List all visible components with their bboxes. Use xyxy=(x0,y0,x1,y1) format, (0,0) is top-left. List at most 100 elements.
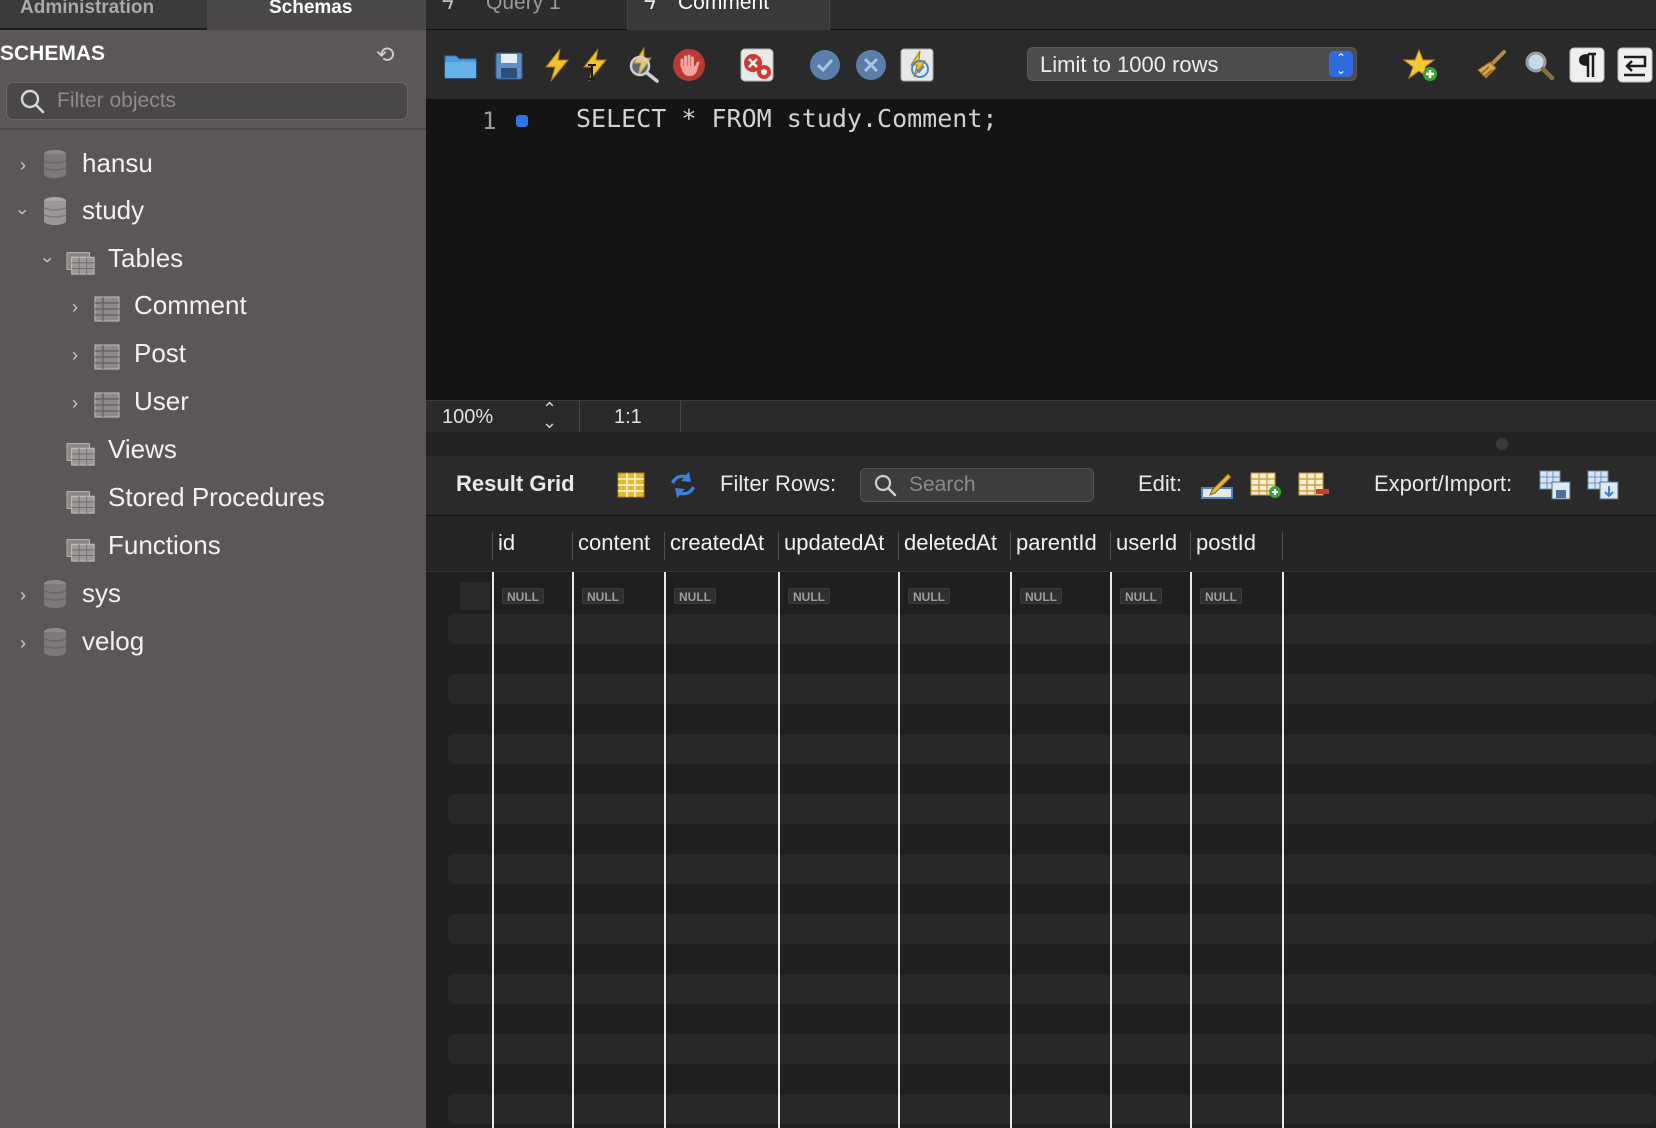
filter-objects-input[interactable] xyxy=(57,83,397,119)
result-grid[interactable]: id content createdAt updatedAt deletedAt… xyxy=(426,516,1656,1128)
database-icon xyxy=(43,628,67,656)
tab-query-1[interactable]: ϟ Query 1 xyxy=(426,0,628,30)
tree-item-functions[interactable]: Functions xyxy=(0,528,426,568)
column-divider xyxy=(664,532,665,560)
line-number: 1 xyxy=(482,107,497,135)
tree-item-stored-procedures[interactable]: Stored Procedures xyxy=(0,480,426,520)
tree-item-tables[interactable]: › Tables xyxy=(0,241,426,281)
drag-handle-icon[interactable] xyxy=(1496,438,1508,450)
tab-query-1-label: Query 1 xyxy=(486,0,561,14)
column-header-id[interactable]: id xyxy=(498,530,515,556)
null-cell-id[interactable]: NULL xyxy=(502,588,544,604)
column-divider xyxy=(778,532,779,560)
tree-label: velog xyxy=(82,626,145,656)
refresh-icon[interactable]: ⟲ xyxy=(376,42,394,68)
empty-row-stripe xyxy=(448,734,1656,764)
query-panel: ϟ Query 1 ϟ Comment Limit to 1000 rows ⌃… xyxy=(426,0,1656,1128)
tree-item-comment-table[interactable]: › Comment xyxy=(0,288,426,328)
chevron-right-icon[interactable]: › xyxy=(12,584,34,606)
edit-row-icon[interactable] xyxy=(1200,468,1234,502)
tree-item-post-table[interactable]: › Post xyxy=(0,336,426,376)
column-line xyxy=(898,572,900,1128)
tree-item-study[interactable]: › study xyxy=(0,193,426,233)
beautify-icon[interactable] xyxy=(1472,46,1510,84)
tab-schemas[interactable]: Schemas xyxy=(207,0,426,30)
result-grid-title: Result Grid xyxy=(456,471,575,496)
add-snippet-icon[interactable] xyxy=(1402,46,1440,84)
tree-item-velog[interactable]: › velog xyxy=(0,624,426,664)
autocommit-icon[interactable] xyxy=(898,46,936,84)
execute-icon[interactable] xyxy=(538,46,576,84)
column-header-createdat[interactable]: createdAt xyxy=(670,530,764,556)
tree-item-user-table[interactable]: › User xyxy=(0,384,426,424)
tree-item-views[interactable]: Views xyxy=(0,432,426,472)
lightning-icon: ϟ xyxy=(442,0,454,14)
empty-row-stripe xyxy=(448,674,1656,704)
wrap-lines-icon[interactable] xyxy=(1616,46,1654,84)
insert-row-icon[interactable] xyxy=(1248,468,1282,502)
schemas-sidebar: Administration Schemas SCHEMAS ⟲ › hansu… xyxy=(0,0,426,1128)
row-selector[interactable] xyxy=(460,582,490,610)
chevron-right-icon[interactable]: › xyxy=(64,392,86,414)
invisible-chars-icon[interactable] xyxy=(1568,46,1606,84)
column-header-deletedat[interactable]: deletedAt xyxy=(904,530,997,556)
column-line xyxy=(1190,572,1192,1128)
empty-row-stripe xyxy=(448,914,1656,944)
commit-icon[interactable] xyxy=(806,46,844,84)
find-icon[interactable] xyxy=(1520,46,1558,84)
execute-current-icon[interactable] xyxy=(576,46,614,84)
filter-objects-field[interactable] xyxy=(6,82,408,120)
null-cell-content[interactable]: NULL xyxy=(582,588,624,604)
filter-rows-search[interactable] xyxy=(860,468,1094,502)
tab-comment[interactable]: ϟ Comment xyxy=(628,0,830,30)
chevron-down-icon[interactable]: › xyxy=(12,201,34,223)
stop-icon[interactable] xyxy=(670,46,708,84)
sql-editor[interactable]: 1 SELECT * FROM study.Comment; xyxy=(426,100,1656,400)
column-divider xyxy=(572,532,573,560)
null-cell-postid[interactable]: NULL xyxy=(1200,588,1242,604)
column-header-postid[interactable]: postId xyxy=(1196,530,1256,556)
editor-status-bar: 100% ⌃ ⌄ 1:1 xyxy=(426,400,1656,433)
chevron-right-icon[interactable]: › xyxy=(64,344,86,366)
null-cell-userid[interactable]: NULL xyxy=(1120,588,1162,604)
divider xyxy=(0,128,426,130)
zoom-level[interactable]: 100% xyxy=(442,406,493,429)
null-cell-deletedat[interactable]: NULL xyxy=(908,588,950,604)
sql-code-line[interactable]: SELECT * FROM study.Comment; xyxy=(576,104,997,133)
column-header-userid[interactable]: userId xyxy=(1116,530,1177,556)
chevron-up-down-icon[interactable]: ⌃ ⌄ xyxy=(542,400,557,431)
folder-procedures-icon xyxy=(66,491,95,514)
grid-view-icon[interactable] xyxy=(614,468,648,502)
filter-rows-input[interactable] xyxy=(909,469,1089,501)
column-header-content[interactable]: content xyxy=(578,530,650,556)
chevron-right-icon[interactable]: › xyxy=(12,154,34,176)
explain-icon[interactable] xyxy=(624,46,662,84)
chevron-right-icon[interactable]: › xyxy=(12,632,34,654)
chevron-down-icon[interactable]: › xyxy=(37,249,59,271)
delete-row-icon[interactable] xyxy=(1296,468,1330,502)
export-icon[interactable] xyxy=(1538,468,1572,502)
table-icon xyxy=(94,296,120,322)
import-icon[interactable] xyxy=(1586,468,1620,502)
limit-rows-select[interactable]: Limit to 1000 rows ⌃ ⌄ xyxy=(1027,47,1357,81)
null-cell-parentid[interactable]: NULL xyxy=(1020,588,1062,604)
chevron-right-icon[interactable]: › xyxy=(64,296,86,318)
tab-administration[interactable]: Administration xyxy=(0,0,206,30)
column-header-parentid[interactable]: parentId xyxy=(1016,530,1097,556)
stop-on-error-icon[interactable] xyxy=(738,46,776,84)
save-icon[interactable] xyxy=(490,46,528,84)
null-cell-createdat[interactable]: NULL xyxy=(674,588,716,604)
open-folder-icon[interactable] xyxy=(442,46,480,84)
column-divider xyxy=(1010,532,1011,560)
chevron-up-down-icon: ⌃ ⌄ xyxy=(1329,51,1353,77)
grid-header: id content createdAt updatedAt deletedAt… xyxy=(426,516,1656,572)
edit-label: Edit: xyxy=(1138,471,1183,496)
null-cell-updatedat[interactable]: NULL xyxy=(788,588,830,604)
split-handle[interactable] xyxy=(426,432,1656,456)
tree-item-sys[interactable]: › sys xyxy=(0,576,426,616)
rollback-icon[interactable] xyxy=(852,46,890,84)
refresh-icon[interactable] xyxy=(666,468,700,502)
column-header-updatedat[interactable]: updatedAt xyxy=(784,530,884,556)
limit-rows-value: Limit to 1000 rows xyxy=(1040,52,1219,77)
tree-item-hansu[interactable]: › hansu xyxy=(0,146,426,186)
